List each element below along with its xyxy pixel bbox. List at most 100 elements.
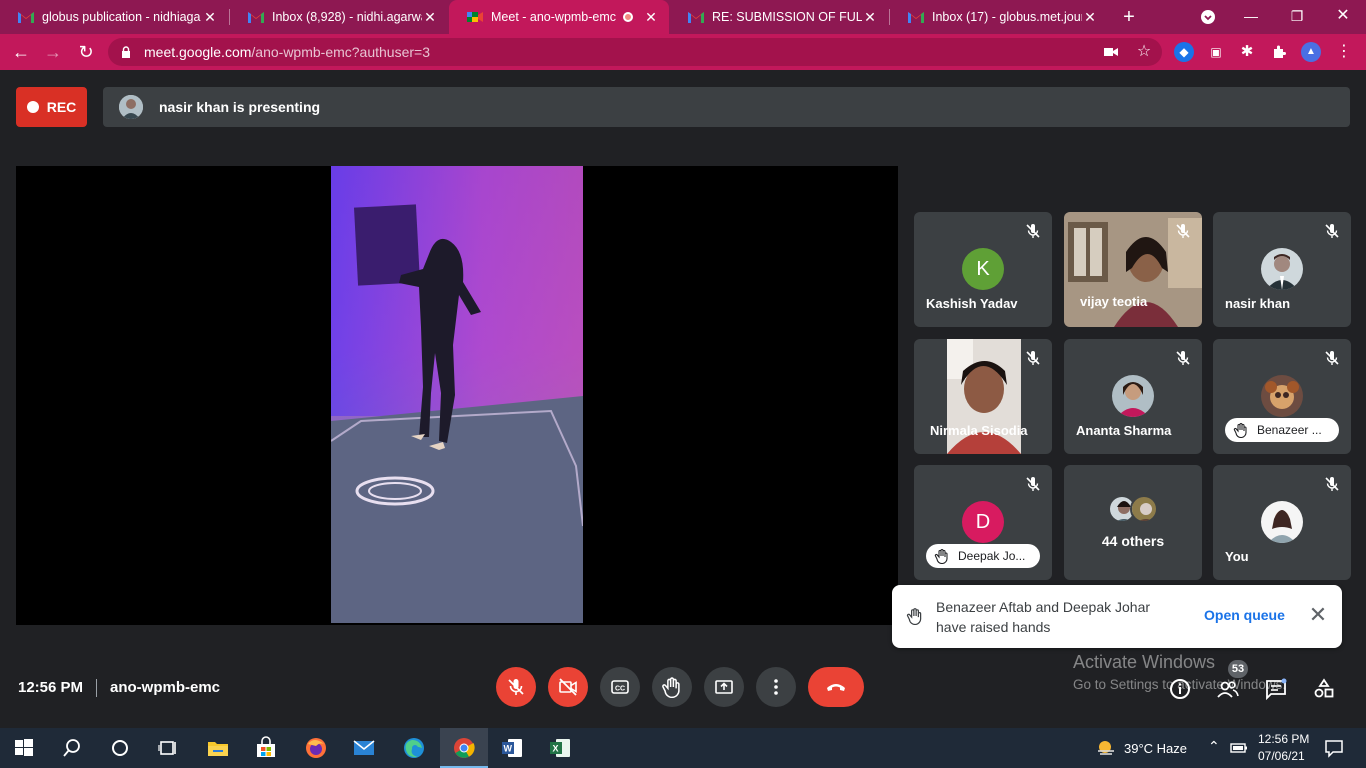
participant-name: nasir khan [1225,296,1291,311]
extension-shield-icon[interactable]: ◆ [1174,42,1194,62]
extension-save-icon[interactable]: ▣ [1206,42,1226,62]
address-bar[interactable]: meet.google.com/ano-wpmb-emc?authuser=3 [108,38,1162,66]
bookmark-star-icon[interactable]: ☆ [1133,41,1155,63]
participant-photo-avatar [1261,501,1303,543]
mic-off-icon [1325,477,1339,491]
meeting-code: ano-wpmb-emc [110,679,221,696]
taskbar-time[interactable]: 12:56 PM [1258,732,1309,746]
watermark-title: Activate Windows [1073,652,1216,672]
excel-icon[interactable]: X [548,736,572,760]
people-icon[interactable] [1216,677,1240,701]
edge-icon[interactable] [402,736,426,760]
task-view-icon[interactable] [156,736,180,760]
file-explorer-icon[interactable] [206,736,230,760]
participant-name: You [1225,549,1249,564]
presenting-text: nasir khan is presenting [159,99,321,115]
participant-tile-kashish-yadav[interactable]: K Kashish Yadav [914,212,1052,327]
raised-hand-chip: Benazeer ... [1225,418,1339,442]
participant-tile-nasir-khan[interactable]: nasir khan [1213,212,1351,327]
participant-tile-benazeer[interactable]: Benazeer ... [1213,339,1351,454]
tab-close-icon[interactable]: ✕ [422,9,438,26]
participant-name: Benazeer ... [1257,423,1322,437]
more-options-button[interactable] [756,667,796,707]
participant-tile-ananta-sharma[interactable]: Ananta Sharma [1064,339,1202,454]
participant-tile-deepak-johar[interactable]: D Deepak Jo... [914,465,1052,580]
leave-call-button[interactable] [808,667,864,707]
taskbar-date[interactable]: 07/06/21 [1258,749,1305,763]
browser-menu-icon[interactable]: ⋮ [1334,42,1354,62]
camera-icon[interactable] [1100,41,1122,63]
forward-arrow-icon[interactable]: → [42,41,64,63]
participant-tile-vijay-teotia[interactable]: vijay teotia [1064,212,1202,327]
windows-start-icon[interactable] [12,736,36,760]
participant-photo-avatar [1112,375,1154,417]
tab-close-icon[interactable]: ✕ [643,9,659,26]
battery-icon[interactable] [1229,736,1249,760]
minimize-icon[interactable]: — [1228,0,1274,34]
captions-icon: CC [611,680,629,694]
browser-toolbar: ← → ↻ meet.google.com/ano-wpmb-emc?authu… [0,34,1366,70]
reload-icon[interactable]: ↻ [75,41,97,63]
record-dot-icon [26,101,39,113]
raise-hand-button[interactable] [652,667,692,707]
notifications-icon[interactable] [1322,736,1346,760]
svg-text:X: X [553,744,559,754]
microsoft-store-icon[interactable] [254,736,278,760]
tab-search-chevron-icon[interactable] [1185,0,1231,34]
participant-tile-you[interactable]: You [1213,465,1351,580]
search-icon[interactable] [60,736,84,760]
chat-icon[interactable] [1264,677,1288,701]
tab-meet[interactable]: Meet - ano-wpmb-emc ✕ [449,0,669,34]
participant-tile-others[interactable]: 44 others [1064,465,1202,580]
captions-button[interactable]: CC [600,667,640,707]
tab-close-icon[interactable]: ✕ [862,9,878,26]
url-path: /ano-wpmb-emc?authuser=3 [251,44,431,60]
mic-off-icon [1026,224,1040,238]
weather-text[interactable]: 39°C Haze [1124,741,1187,756]
tab-inbox-globus[interactable]: Inbox (17) - globus.met.journ ✕ [890,0,1108,34]
back-arrow-icon[interactable]: ← [10,41,32,63]
meeting-details-info-icon[interactable] [1168,677,1192,701]
microphone-toggle-button[interactable] [496,667,536,707]
extension-asterisk-icon[interactable]: ✱ [1237,42,1257,62]
present-now-button[interactable] [704,667,744,707]
tab-title: Inbox (17) - globus.met.journ [932,10,1082,24]
activities-icon[interactable] [1312,677,1336,701]
participant-initial-avatar: D [962,501,1004,543]
raise-hand-icon [662,677,680,698]
tab-submission[interactable]: RE: SUBMISSION OF FULL PA ✕ [670,0,888,34]
tab-globus-publication[interactable]: globus publication - nidhiaga ✕ [0,0,228,34]
url-text: meet.google.com/ano-wpmb-emc?authuser=3 [144,44,430,60]
recording-indicator-icon [623,12,633,22]
mic-off-icon [1325,224,1339,238]
svg-text:W: W [504,744,513,754]
window-close-icon[interactable]: ✕ [1320,0,1366,34]
new-tab-plus-icon[interactable]: + [1118,6,1140,28]
mail-icon[interactable] [352,736,376,760]
mic-off-icon [1176,224,1190,238]
firefox-icon[interactable] [304,736,328,760]
restore-icon[interactable]: ❐ [1274,0,1320,34]
mic-off-icon [1026,351,1040,365]
mic-off-icon [1026,477,1040,491]
tab-title: RE: SUBMISSION OF FULL PA [712,10,862,24]
meet-page: REC nasir khan is presenting K Kashish Y… [0,70,1366,728]
word-icon[interactable]: W [500,736,524,760]
tab-close-icon[interactable]: ✕ [202,9,218,26]
mic-off-icon [1325,351,1339,365]
open-queue-button[interactable]: Open queue [1204,607,1285,623]
profile-avatar[interactable]: ▲ [1301,42,1321,62]
tab-close-icon[interactable]: ✕ [1082,9,1098,26]
cortana-icon[interactable] [108,736,132,760]
tray-chevron-up-icon[interactable]: ⌃ [1208,738,1220,755]
tab-inbox-nidhi[interactable]: Inbox (8,928) - nidhi.agarwal ✕ [230,0,448,34]
extensions-puzzle-icon[interactable] [1269,42,1289,62]
mic-off-icon [508,679,524,695]
camera-toggle-button[interactable] [548,667,588,707]
recording-badge[interactable]: REC [16,87,87,127]
meeting-time: 12:56 PM [18,679,84,696]
close-icon[interactable]: ✕ [1308,604,1328,626]
participant-tile-nirmala-sisodia[interactable]: Nirmala Sisodia [914,339,1052,454]
chrome-icon[interactable] [452,736,476,760]
notification-message: Benazeer Aftab and Deepak Johar have rai… [936,599,1151,635]
